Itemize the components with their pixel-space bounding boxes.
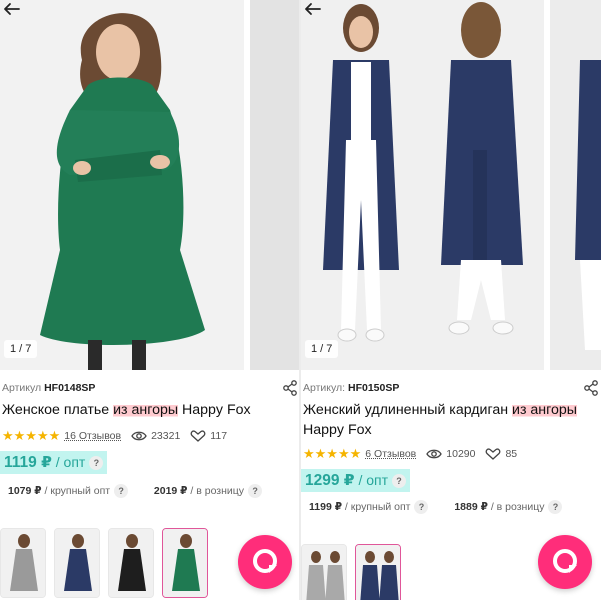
help-icon[interactable]: ?	[248, 484, 263, 498]
color-thumbnails	[301, 544, 401, 600]
sku-value: HF0148SP	[44, 382, 96, 394]
heart-icon[interactable]	[190, 430, 206, 442]
product-photo-next[interactable]	[550, 0, 601, 370]
price-wholesale-value: 1119 ₽	[4, 454, 52, 471]
photo-counter: 1 / 7	[305, 340, 339, 358]
help-icon[interactable]: ?	[114, 484, 129, 498]
chat-button[interactable]	[538, 535, 592, 589]
heart-icon[interactable]	[485, 448, 501, 460]
eye-icon	[131, 431, 147, 441]
price-wholesale-unit: / опт	[354, 472, 389, 488]
product-card-dress: 1 / 7 Артикул HF0148SP Женское платье из…	[0, 0, 300, 600]
chat-button[interactable]	[238, 535, 292, 589]
thumbnail-grey[interactable]	[301, 544, 347, 600]
price-wholesale: 1299 ₽ / опт?	[301, 469, 411, 492]
chat-icon-tail	[569, 565, 577, 573]
reviews-link[interactable]: 6 Отзывов	[365, 448, 416, 460]
back-arrow-icon[interactable]	[303, 2, 321, 16]
rating-stars: ★★★★★	[2, 428, 61, 443]
thumbnail-black[interactable]	[108, 528, 154, 598]
chat-icon-tail	[269, 565, 277, 573]
price-secondary-row: 1079 ₽ / крупный опт? 2019 ₽ / в розницу…	[8, 484, 263, 498]
product-title: Женское платье из ангоры Happy Fox	[2, 400, 298, 420]
title-highlight: из ангоры	[512, 402, 577, 418]
help-icon[interactable]: ?	[392, 473, 407, 488]
help-icon[interactable]: ?	[414, 500, 429, 514]
title-brand: Happy Fox	[303, 422, 372, 438]
product-photo-main[interactable]	[0, 0, 244, 370]
reviews-link[interactable]: 16 Отзывов	[64, 430, 121, 442]
product-card-cardigan: 1 / 7 Артикул: HF0150SP Женский удлиненн…	[301, 0, 601, 600]
price-retail-value: 2019 ₽	[153, 484, 188, 497]
price-bulk-value: 1199 ₽	[309, 500, 343, 513]
thumbnail-navy[interactable]	[355, 544, 401, 600]
share-icon[interactable]	[282, 380, 298, 396]
photo-gallery[interactable]: 1 / 7	[0, 0, 300, 370]
product-photo-next[interactable]	[250, 0, 300, 370]
sku-row: Артикул HF0148SP	[2, 382, 95, 394]
help-icon[interactable]: ?	[548, 500, 563, 514]
photo-counter: 1 / 7	[4, 340, 38, 358]
title-brand: Happy Fox	[178, 402, 251, 418]
sku-value: HF0150SP	[347, 382, 400, 394]
sku-row: Артикул: HF0150SP	[303, 382, 399, 394]
photo-gallery[interactable]: 1 / 7	[301, 0, 601, 370]
price-bulk-label: / крупный опт	[342, 500, 411, 513]
price-bulk-value: 1079 ₽	[8, 484, 42, 497]
rating-row: ★★★★★ 16 Отзывов 23321 117	[2, 428, 227, 444]
product-title: Женский удлиненный кардиган из ангоры Ha…	[303, 400, 599, 440]
share-icon[interactable]	[583, 380, 599, 396]
thumbnail-green[interactable]	[162, 528, 208, 598]
likes-count: 117	[210, 430, 228, 442]
rating-row: ★★★★★ 6 Отзывов 10290 85	[303, 446, 517, 462]
sku-label: Артикул	[2, 382, 42, 394]
price-retail-value: 1889 ₽	[454, 500, 488, 513]
price-secondary-row: 1199 ₽ / крупный опт? 1889 ₽ / в розницу…	[309, 500, 563, 514]
price-wholesale-value: 1299 ₽	[305, 472, 355, 489]
sku-label: Артикул:	[303, 382, 346, 394]
product-photo-main[interactable]	[301, 0, 544, 370]
title-text: Женское платье	[2, 402, 114, 418]
price-retail-label: / в розницу	[487, 500, 545, 513]
price-retail-label: / в розницу	[187, 484, 245, 497]
thumbnail-navy[interactable]	[54, 528, 100, 598]
views-count: 10290	[446, 448, 476, 460]
views-count: 23321	[151, 430, 181, 442]
title-text: Женский удлиненный кардиган	[303, 402, 513, 418]
help-icon[interactable]: ?	[89, 455, 104, 470]
eye-icon	[426, 449, 443, 459]
thumbnail-grey[interactable]	[0, 528, 46, 598]
price-wholesale: 1119 ₽ / опт?	[0, 451, 108, 474]
color-thumbnails	[0, 528, 208, 598]
price-bulk-label: / крупный опт	[41, 484, 111, 497]
back-arrow-icon[interactable]	[2, 2, 20, 16]
rating-stars: ★★★★★	[303, 446, 362, 461]
title-highlight: из ангоры	[113, 402, 179, 418]
likes-count: 85	[505, 448, 518, 460]
price-wholesale-unit: / опт	[51, 454, 86, 470]
